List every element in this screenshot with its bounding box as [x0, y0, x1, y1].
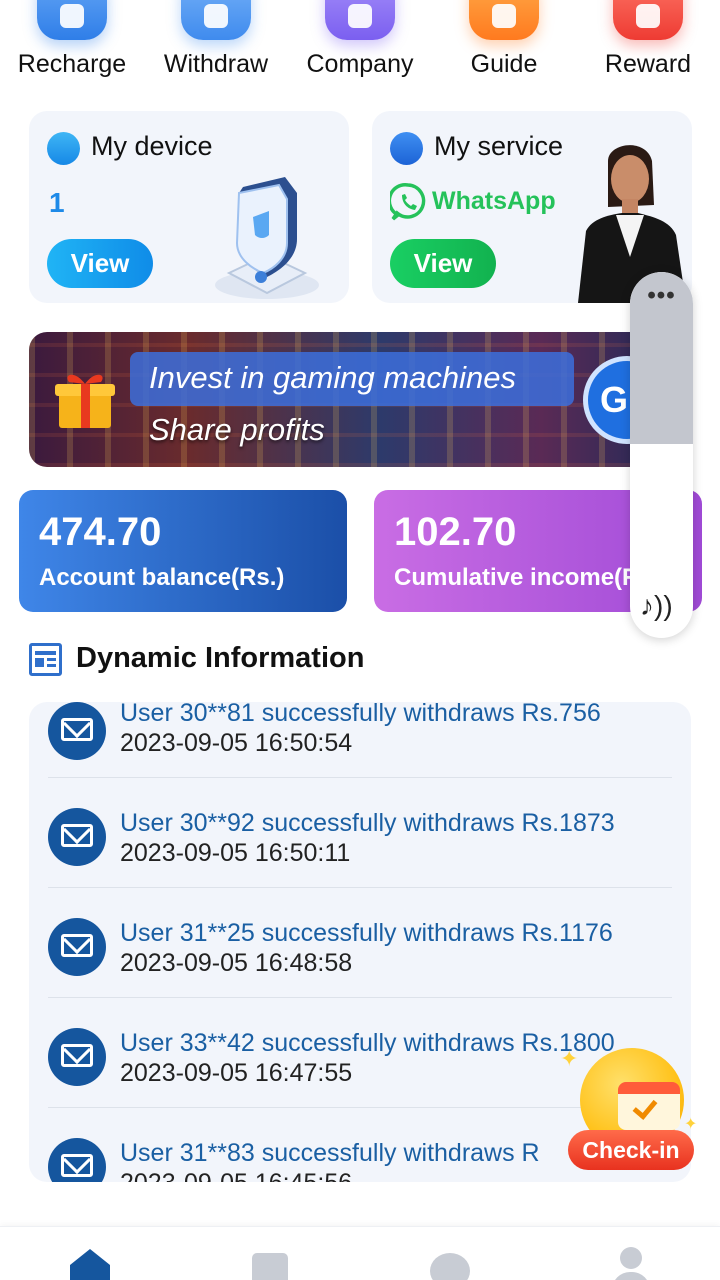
- quick-label: Withdraw: [163, 50, 269, 78]
- info-message: User 30**81 successfully withdraws Rs.75…: [120, 702, 601, 727]
- info-message: User 30**92 successfully withdraws Rs.18…: [120, 809, 615, 837]
- mail-icon: [48, 702, 106, 760]
- banner-subline: Share profits: [149, 412, 325, 447]
- quick-withdraw[interactable]: Withdraw: [144, 0, 288, 90]
- quick-menu: Recharge Withdraw Company Guide Reward: [0, 0, 720, 90]
- check-in-label: Check-in: [568, 1130, 694, 1170]
- quick-guide[interactable]: Guide: [432, 0, 576, 90]
- my-device-card: My device 1 View: [29, 111, 349, 303]
- sparkle-icon: ✦: [560, 1046, 579, 1071]
- sparkle-icon: ✦: [684, 1116, 698, 1133]
- book-icon: [469, 0, 539, 40]
- section-title: Dynamic Information: [76, 642, 365, 674]
- income-label: Cumulative income(R: [394, 564, 640, 591]
- gift-icon: [613, 0, 683, 40]
- home-icon: [70, 1249, 110, 1280]
- mail-icon: [48, 808, 106, 866]
- balance-label: Account balance(Rs.): [39, 564, 285, 591]
- quick-label: Company: [306, 50, 414, 78]
- quick-label: Recharge: [17, 50, 127, 78]
- info-time: 2023-09-05 16:48:58: [120, 949, 353, 977]
- my-service-card: My service WhatsApp View: [372, 111, 692, 303]
- quick-company[interactable]: Company: [288, 0, 432, 90]
- whatsapp-icon: [390, 183, 426, 221]
- nav-shop[interactable]: [250, 1247, 294, 1280]
- bottom-navigation: [0, 1226, 720, 1280]
- device-count: 1: [49, 187, 65, 218]
- shield-device-illustration: [215, 177, 319, 299]
- gift-box-icon: [55, 374, 115, 428]
- list-item: User 30**81 successfully withdraws Rs.75…: [29, 702, 691, 812]
- info-time: 2023-09-05 16:47:55: [120, 1059, 353, 1087]
- device-view-button[interactable]: View: [47, 239, 153, 288]
- user-icon-body: [612, 1272, 650, 1280]
- building-icon: [325, 0, 395, 40]
- info-message: User 31**25 successfully withdraws Rs.11…: [120, 919, 613, 947]
- shopping-bag-icon: [252, 1253, 288, 1280]
- mail-icon: [48, 918, 106, 976]
- nav-profile[interactable]: [610, 1247, 654, 1280]
- promo-banner[interactable]: Invest in gaming machines Share profits …: [29, 332, 669, 467]
- chat-bubble-icon: [430, 1253, 470, 1280]
- music-note-icon[interactable]: ♪)): [640, 590, 673, 622]
- info-message: User 33**42 successfully withdraws Rs.18…: [120, 1029, 615, 1057]
- user-icon: [620, 1247, 642, 1269]
- check-in-button[interactable]: ✦ ✦ Check-in: [560, 1040, 700, 1174]
- list-item: User 31**25 successfully withdraws Rs.11…: [29, 918, 691, 1028]
- quick-reward[interactable]: Reward: [576, 0, 720, 90]
- info-time: 2023-09-05 16:45:56: [120, 1169, 352, 1182]
- info-message: User 31**83 successfully withdraws R: [120, 1139, 540, 1167]
- info-time: 2023-09-05 16:50:11: [120, 839, 351, 867]
- quick-label: Guide: [470, 50, 538, 78]
- whatsapp-label: WhatsApp: [432, 187, 556, 215]
- chat-icon: [390, 132, 423, 165]
- income-value: 102.70: [394, 510, 517, 554]
- mail-icon: [48, 1138, 106, 1182]
- wallet-icon: [181, 0, 251, 40]
- list-item: User 30**92 successfully withdraws Rs.18…: [29, 808, 691, 918]
- divider: [48, 887, 672, 888]
- account-balance-card[interactable]: 474.70 Account balance(Rs.): [19, 490, 347, 612]
- more-options-icon[interactable]: •••: [630, 282, 693, 310]
- divider: [48, 777, 672, 778]
- quick-label: Reward: [604, 50, 692, 78]
- phone-icon: [37, 0, 107, 40]
- service-view-button[interactable]: View: [390, 239, 496, 288]
- cube-icon: [47, 132, 80, 165]
- divider: [48, 997, 672, 998]
- newspaper-icon: [29, 643, 62, 676]
- nav-messages[interactable]: [428, 1247, 472, 1280]
- media-volume-widget[interactable]: ••• ♪)): [630, 272, 693, 638]
- balance-value: 474.70: [39, 510, 162, 554]
- card-title: My device: [91, 131, 213, 161]
- banner-headline: Invest in gaming machines: [149, 360, 517, 395]
- info-time: 2023-09-05 16:50:54: [120, 729, 353, 757]
- mail-icon: [48, 1028, 106, 1086]
- quick-recharge[interactable]: Recharge: [0, 0, 144, 90]
- card-title: My service: [434, 131, 564, 161]
- nav-home[interactable]: [68, 1247, 112, 1280]
